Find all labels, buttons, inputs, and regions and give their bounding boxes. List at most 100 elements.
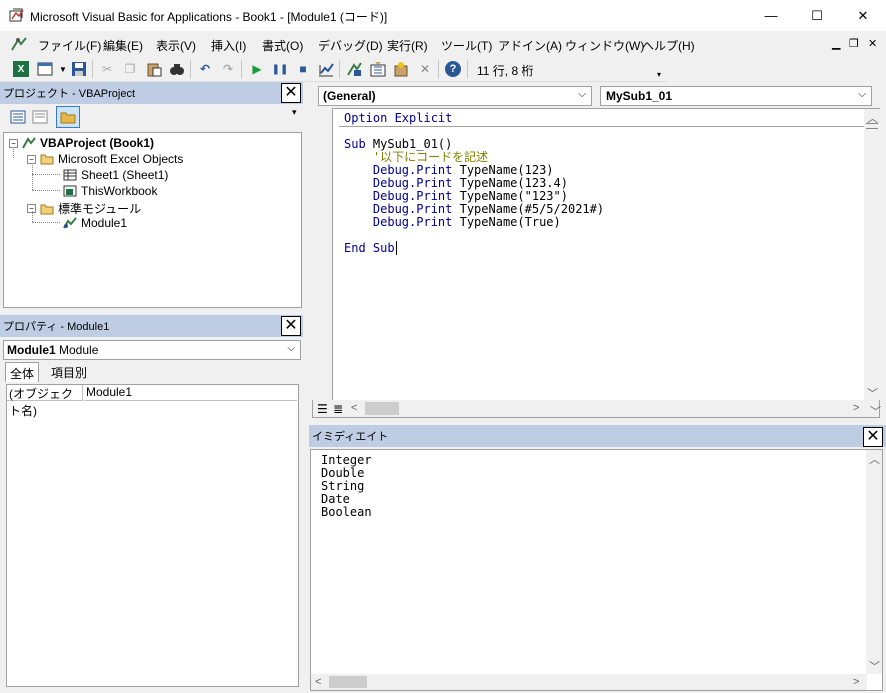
object-type: Module	[59, 343, 99, 357]
property-value-cell[interactable]: Module1	[84, 385, 297, 401]
tree-item-excel-objects[interactable]: − Microsoft Excel Objects	[27, 152, 183, 166]
paste-icon[interactable]	[146, 61, 162, 77]
design-mode-icon[interactable]	[318, 61, 334, 77]
immediate-vertical-scrollbar[interactable]: ︿ ﹀	[866, 450, 882, 674]
immediate-window[interactable]	[310, 449, 883, 691]
project-close-icon[interactable]: ✕	[281, 83, 301, 103]
scroll-down-icon[interactable]: ﹀	[869, 658, 880, 674]
view-object-icon[interactable]	[32, 110, 48, 124]
menu-tools[interactable]: ツール(T)	[441, 37, 492, 54]
maximize-button[interactable]: ☐	[794, 0, 840, 31]
tree-label: Sheet1 (Sheet1)	[81, 168, 169, 182]
tree-item-module1[interactable]: Module1	[63, 216, 127, 230]
tree-item-thisworkbook[interactable]: ThisWorkbook	[63, 184, 157, 198]
copy-icon[interactable]: ❐	[122, 61, 138, 77]
cut-icon[interactable]: ✂	[99, 61, 115, 77]
run-icon[interactable]: ▶	[249, 61, 265, 77]
tree-item-modules[interactable]: − 標準モジュール	[27, 200, 141, 217]
chevron-down-icon: ⌵	[287, 343, 295, 354]
project-pane-title: プロジェクト - VBAProject	[3, 88, 136, 100]
menu-debug[interactable]: デバッグ(D)	[318, 37, 383, 54]
property-name-cell[interactable]: (オブジェクト名)	[7, 385, 83, 418]
tree-label: ThisWorkbook	[81, 184, 158, 198]
vba-menu-icon[interactable]	[10, 36, 28, 52]
menu-format[interactable]: 書式(O)	[262, 37, 303, 54]
project-toolbar: ▾	[3, 105, 303, 131]
object-browser-icon[interactable]	[393, 61, 409, 77]
title-bar: Microsoft Visual Basic for Applications …	[0, 0, 886, 31]
worksheet-icon	[63, 169, 77, 181]
object-combo-value: (General)	[323, 89, 376, 103]
cursor-position: 11 行, 8 桁	[477, 64, 534, 78]
menu-file[interactable]: ファイル(F)	[38, 37, 101, 54]
menu-addins[interactable]: アドイン(A)	[498, 37, 562, 54]
code-line: Debug.Print TypeName(True)	[344, 215, 561, 229]
toolbar-options-icon[interactable]: ▾	[657, 70, 661, 79]
properties-close-icon[interactable]: ✕	[281, 316, 301, 336]
scroll-thumb[interactable]	[329, 676, 367, 688]
project-pane-header: プロジェクト - VBAProject	[0, 82, 303, 104]
close-button[interactable]: ✕	[840, 0, 886, 31]
tree-label: Microsoft Excel Objects	[58, 152, 184, 166]
menu-view[interactable]: 表示(V)	[156, 37, 196, 54]
immediate-pane-header: イミディエイト	[309, 425, 886, 447]
scroll-right-icon[interactable]: >	[853, 676, 859, 688]
split-bar[interactable]	[866, 123, 878, 129]
toggle-folders-button[interactable]	[56, 106, 80, 128]
view-excel-icon[interactable]: X	[13, 61, 29, 77]
scroll-down-icon[interactable]: ﹀	[870, 403, 881, 419]
folder-open-icon	[40, 204, 54, 214]
scroll-left-icon[interactable]: <	[351, 402, 357, 414]
tree-label: 標準モジュール	[58, 202, 142, 216]
minimize-button[interactable]: —	[748, 0, 794, 31]
undo-icon[interactable]: ↶	[197, 61, 213, 77]
mdi-restore-button[interactable]: ❐	[849, 37, 859, 50]
procedure-combo[interactable]: MySub1_01 ⌵	[600, 86, 872, 106]
insert-dropdown-icon[interactable]: ▼	[55, 61, 71, 77]
immediate-pane-title: イミディエイト	[312, 431, 389, 443]
toolbox-icon[interactable]: ✕	[417, 61, 433, 77]
redo-icon[interactable]: ↷	[220, 61, 236, 77]
scroll-up-icon[interactable]: ︿	[869, 451, 880, 467]
break-icon[interactable]: ❚❚	[272, 61, 289, 77]
project-explorer-icon[interactable]	[346, 61, 362, 77]
help-icon[interactable]: ?	[445, 61, 461, 77]
save-icon[interactable]	[71, 61, 87, 77]
menu-help[interactable]: ヘルプ(H)	[642, 37, 695, 54]
immediate-horizontal-scrollbar[interactable]: < >	[311, 674, 867, 690]
tab-categorized[interactable]: 項目別	[47, 362, 91, 382]
menu-edit[interactable]: 編集(E)	[103, 37, 143, 54]
window-title: Microsoft Visual Basic for Applications …	[30, 10, 388, 24]
tree-item-sheet1[interactable]: Sheet1 (Sheet1)	[63, 168, 168, 182]
code-vertical-scrollbar[interactable]: ︿ ﹀	[864, 109, 880, 400]
menu-run[interactable]: 実行(R)	[387, 37, 428, 54]
workbook-icon	[63, 185, 77, 197]
scroll-down-icon[interactable]: ﹀	[867, 385, 878, 401]
object-name: Module1	[7, 343, 56, 357]
tree-label: Module1	[81, 216, 128, 230]
view-code-icon[interactable]	[10, 110, 26, 124]
mdi-minimize-button[interactable]: ▁	[832, 37, 840, 50]
full-module-view-icon[interactable]: ≣	[333, 402, 343, 416]
find-icon[interactable]	[169, 61, 185, 77]
scroll-right-icon[interactable]: >	[853, 402, 859, 414]
properties-window-icon[interactable]	[370, 61, 386, 77]
tree-item-vbaproject[interactable]: − VBAProject (Book1)	[9, 136, 154, 150]
object-selector[interactable]: Module1 Module ⌵	[3, 340, 301, 360]
reset-icon[interactable]: ■	[295, 61, 311, 77]
insert-userform-icon[interactable]	[37, 61, 53, 77]
project-toolbar-overflow-icon[interactable]: ▾	[292, 107, 297, 118]
vba-app-icon	[9, 8, 24, 22]
menu-insert[interactable]: 挿入(I)	[211, 37, 246, 54]
menu-window[interactable]: ウィンドウ(W)	[565, 37, 644, 54]
margin-indicator-bar[interactable]	[312, 108, 333, 400]
scroll-left-icon[interactable]: <	[315, 676, 321, 688]
procedure-view-icon[interactable]: ☰	[317, 402, 328, 416]
immediate-close-icon[interactable]: ✕	[863, 427, 883, 447]
mdi-close-button[interactable]: ✕	[868, 37, 877, 50]
standard-toolbar: X ▼ ✂ ❐ ↶ ↷ ▶ ❚❚ ■ ✕ ? 11 行, 8 桁 ▾	[0, 57, 668, 82]
object-combo[interactable]: (General) ⌵	[318, 86, 592, 106]
tab-alphabetic[interactable]: 全体	[5, 362, 40, 382]
code-horizontal-scrollbar[interactable]: ☰ ≣ < >	[313, 400, 879, 417]
scroll-thumb[interactable]	[365, 402, 399, 415]
